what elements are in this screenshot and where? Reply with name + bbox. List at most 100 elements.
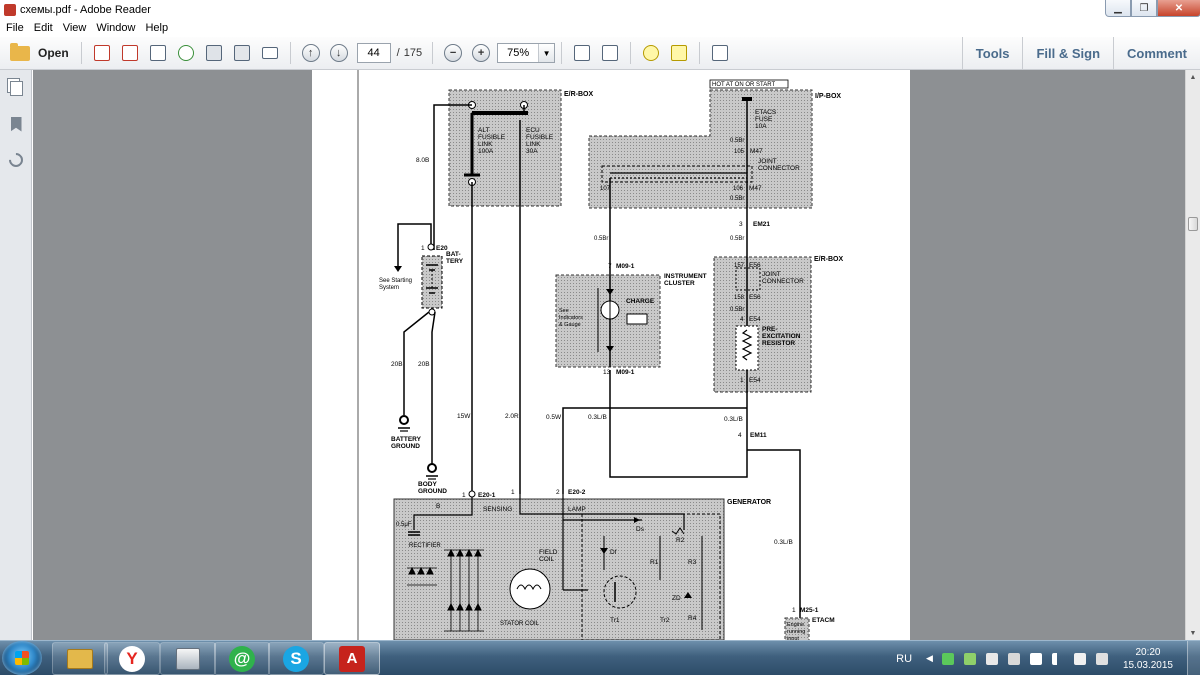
zd-label: ZD bbox=[672, 595, 681, 602]
joint-connector-label-1: JOINT bbox=[758, 158, 777, 165]
conn-m25-label: M25-1 bbox=[800, 607, 819, 614]
scroll-up-arrow[interactable]: ▲ bbox=[1186, 70, 1200, 84]
scroll-down-arrow[interactable]: ▼ bbox=[1186, 626, 1200, 640]
maximize-button[interactable]: ❐ bbox=[1131, 0, 1157, 17]
tray-app-icon[interactable] bbox=[1007, 652, 1020, 665]
alt-fuse-label-2: FUSIBLE bbox=[478, 134, 506, 141]
tray-app-icon[interactable] bbox=[941, 652, 954, 665]
combine-button[interactable] bbox=[118, 41, 142, 65]
page-number-input[interactable]: 44 bbox=[356, 43, 391, 63]
volume-icon[interactable] bbox=[1029, 652, 1042, 665]
skype-app[interactable]: S bbox=[268, 642, 324, 675]
see-indicators-label-2: Indicators bbox=[559, 315, 583, 321]
toolbar-separator bbox=[80, 42, 82, 64]
open-button[interactable]: Open bbox=[8, 40, 75, 66]
vertical-scrollbar[interactable]: ▲ ▼ bbox=[1185, 70, 1200, 640]
zoom-select[interactable]: 75% ▼ bbox=[497, 43, 556, 63]
charge-label: CHARGE bbox=[626, 298, 655, 305]
pin-105-label: 105 bbox=[734, 149, 745, 155]
tools-button[interactable]: Tools bbox=[963, 37, 1023, 70]
comment-button[interactable]: Comment bbox=[1114, 37, 1200, 70]
network-icon[interactable] bbox=[1073, 652, 1086, 665]
conn-m09-label-a: M09-1 bbox=[616, 263, 635, 270]
save-button[interactable] bbox=[202, 41, 226, 65]
yandex-browser-app[interactable]: Y bbox=[104, 642, 160, 675]
menu-window[interactable]: Window bbox=[91, 22, 140, 34]
signal-icon[interactable] bbox=[1051, 652, 1064, 665]
envelope-icon bbox=[261, 47, 278, 59]
action-center-icon[interactable] bbox=[1095, 652, 1108, 665]
zoom-in-button[interactable]: + bbox=[469, 41, 493, 65]
language-indicator[interactable]: RU bbox=[896, 653, 912, 665]
email-button[interactable] bbox=[258, 41, 282, 65]
pin-1-sens-label: 1 bbox=[511, 489, 515, 496]
r3-label: R3 bbox=[688, 559, 697, 566]
etacs-fuse-label-1: ETACS bbox=[755, 109, 777, 116]
attachments-button[interactable] bbox=[0, 142, 32, 178]
upload-cloud-button[interactable] bbox=[174, 41, 198, 65]
stator-coil-label: STATOR COIL bbox=[500, 621, 540, 627]
previous-page-button[interactable]: ↑ bbox=[299, 41, 323, 65]
page-thumbnails-button[interactable] bbox=[0, 70, 32, 106]
conn-m47-label-a: M47 bbox=[750, 148, 763, 155]
conn-em11-label: EM11 bbox=[750, 432, 767, 439]
tr2-label: Tr2 bbox=[660, 617, 670, 624]
full-screen-button[interactable] bbox=[708, 41, 732, 65]
fit-width-button[interactable] bbox=[598, 41, 622, 65]
next-page-button[interactable]: ↓ bbox=[327, 41, 351, 65]
toolbar-separator bbox=[432, 42, 434, 64]
pin-157-label: 157 bbox=[734, 263, 745, 269]
create-pdf-icon bbox=[93, 45, 110, 61]
adobe-reader-app[interactable]: A bbox=[324, 642, 380, 675]
mail-agent-app[interactable]: @ bbox=[214, 642, 270, 675]
system-app[interactable] bbox=[160, 642, 216, 675]
create-pdf-button[interactable] bbox=[90, 41, 114, 65]
close-button[interactable]: ✕ bbox=[1157, 0, 1200, 17]
minimize-button[interactable]: ▁ bbox=[1105, 0, 1131, 17]
sticky-note-button[interactable] bbox=[639, 41, 663, 65]
tray-app-icon[interactable] bbox=[963, 652, 976, 665]
ecu-fuse-label-4: 30A bbox=[526, 148, 538, 155]
pre-excitation-label-2: EXCITATION bbox=[762, 333, 801, 340]
menu-help[interactable]: Help bbox=[140, 22, 173, 34]
pin-4-em11-label: 4 bbox=[738, 432, 742, 439]
adobe-reader-window: схемы.pdf - Adobe Reader ▁ ❐ ✕ File Edit… bbox=[0, 0, 1200, 675]
see-starting-label-2: System bbox=[379, 285, 399, 291]
menu-edit[interactable]: Edit bbox=[29, 22, 58, 34]
menu-view[interactable]: View bbox=[58, 22, 92, 34]
alt-fuse-label-3: LINK bbox=[478, 141, 493, 148]
explorer-app[interactable] bbox=[52, 642, 108, 675]
scrollbar-thumb[interactable] bbox=[1188, 217, 1198, 231]
folder-icon bbox=[10, 42, 30, 61]
wire-03lb-label-b: 0.3L/B bbox=[588, 414, 607, 421]
system-tool-icon bbox=[176, 647, 200, 670]
tray-device-icon[interactable] bbox=[985, 652, 998, 665]
etacs-fuse-label-2: FUSE bbox=[755, 116, 773, 123]
bookmarks-button[interactable] bbox=[0, 106, 32, 142]
fill-sign-button[interactable]: Fill & Sign bbox=[1023, 37, 1113, 70]
start-button[interactable] bbox=[2, 641, 42, 675]
wire-05br-label-d: 0.5Br bbox=[730, 236, 744, 242]
menu-file[interactable]: File bbox=[0, 22, 29, 34]
show-desktop-button[interactable] bbox=[1187, 641, 1200, 675]
menu-bar: File Edit View Window Help bbox=[0, 19, 1200, 37]
clock[interactable]: 20:20 15.03.2015 bbox=[1123, 646, 1173, 672]
rectifier-label: RECTIFIER bbox=[409, 543, 441, 549]
print-button[interactable] bbox=[230, 41, 254, 65]
highlight-button[interactable] bbox=[667, 41, 691, 65]
open-label: Open bbox=[38, 46, 69, 60]
wire-05br-label-e: 0.5Br bbox=[730, 307, 744, 313]
chevron-down-icon[interactable]: ▼ bbox=[538, 44, 555, 62]
wire-20r-label: 2.0R bbox=[505, 413, 519, 420]
zoom-out-button[interactable]: − bbox=[441, 41, 465, 65]
conn-e54-label-b: E54 bbox=[749, 377, 761, 384]
fit-page-button[interactable] bbox=[570, 41, 594, 65]
document-view[interactable]: E/R-BOX ALT FUSIBLE LINK 100A ECU FUSIBL… bbox=[33, 70, 1185, 640]
fit-width-icon bbox=[602, 45, 619, 61]
hot-label: HOT AT ON OR START bbox=[712, 82, 775, 88]
r1-label: R1 bbox=[650, 559, 659, 566]
etacs-fuse-label-3: 10A bbox=[755, 123, 767, 130]
edit-pdf-button[interactable] bbox=[146, 41, 170, 65]
er-box-label-2: E/R-BOX bbox=[814, 256, 844, 263]
tray-expand-icon[interactable]: ◀ bbox=[926, 653, 933, 664]
